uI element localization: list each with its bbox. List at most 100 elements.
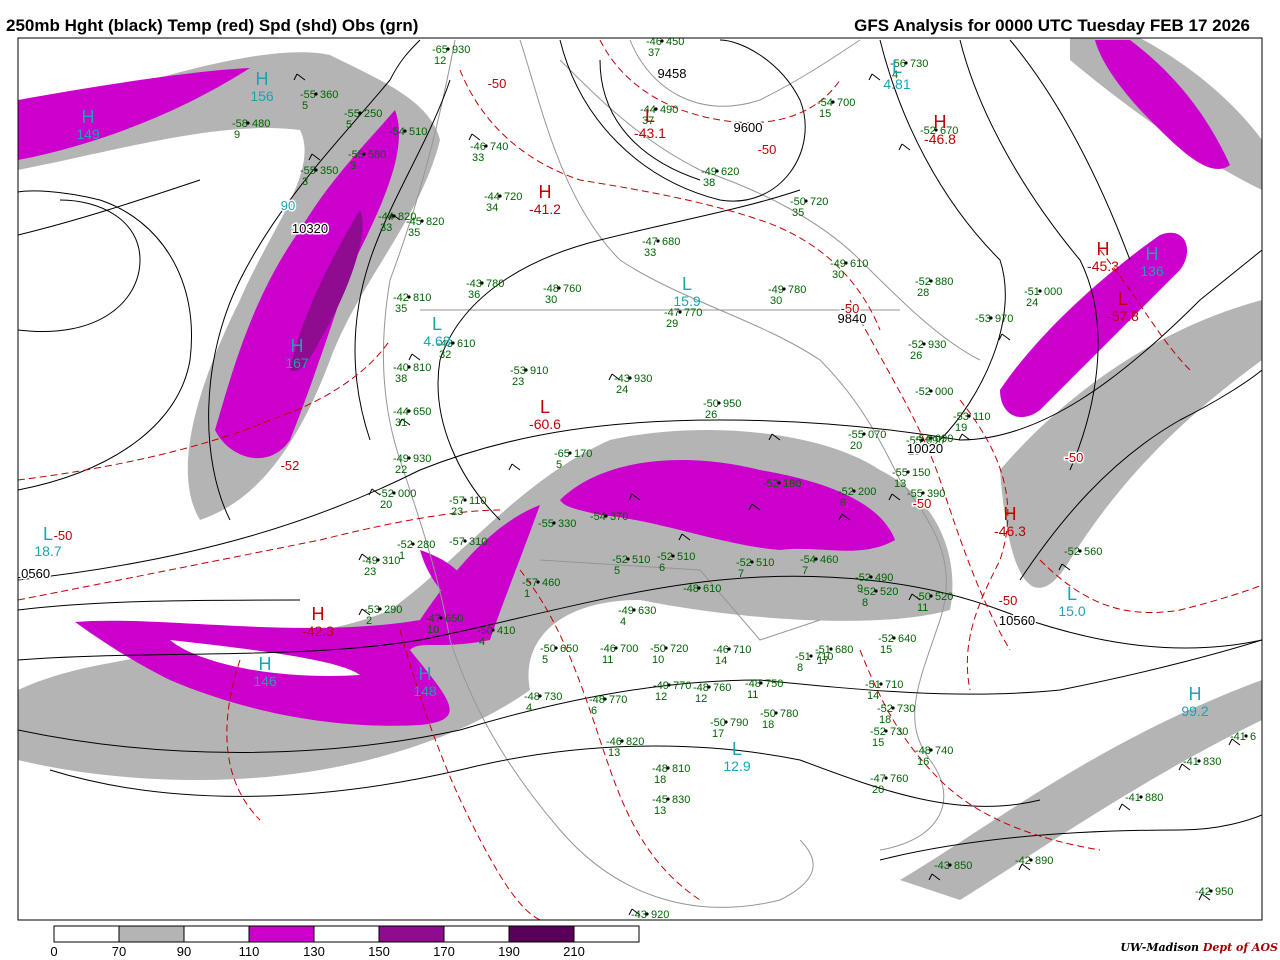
obs-temperature: -42 [1195,886,1211,898]
obs-station-dot [656,239,660,243]
obs-dewpoint-depression: 38 [395,373,407,385]
obs-height: 310 [469,536,487,548]
contour-label: 9600 [734,120,763,135]
obs-station: -42 81035 [393,292,431,315]
center-letter: L [432,314,442,334]
center-value: 146 [253,673,277,689]
obs-height: 730 [890,726,908,738]
obs-station: -55 15013 [892,467,930,490]
obs-station-dot [666,766,670,770]
center-value: 136 [1140,263,1164,279]
obs-dewpoint-depression: 2 [366,615,372,627]
obs-height: 720 [670,643,688,655]
obs-station-dot [554,646,558,650]
obs-station-dot [376,558,380,562]
obs-station-dot [446,47,450,51]
obs-station-dot [411,542,415,546]
obs-station-dot [717,401,721,405]
obs-station: -43 93024 [614,373,652,396]
legend-tick-label: 190 [498,944,520,959]
obs-station: -46 45037 [646,38,684,59]
obs-dewpoint-depression: 35 [408,227,420,239]
obs-station: -50 95026 [703,398,741,421]
obs-height: 110 [973,411,991,423]
obs-station: -51 68017 [815,644,853,667]
contour-label: 9458 [658,66,687,81]
obs-dewpoint-depression: 14 [867,690,879,702]
obs-dewpoint-depression: 29 [666,318,678,330]
obs-dewpoint-depression: 4 [620,616,626,628]
obs-station: -52 73015 [870,726,908,749]
obs-dewpoint-depression: 33 [380,222,392,234]
obs-station: -57 11023 [449,495,487,518]
contour-label: -52 [281,458,300,473]
obs-height: 510 [677,551,695,563]
legend-swatch [183,925,250,943]
obs-dewpoint-depression: 12 [655,691,667,703]
contour-label: 10020 [907,441,943,456]
obs-dewpoint-depression: 13 [654,805,666,817]
contour-label: 10560 [999,613,1035,628]
center-letter: H [259,654,272,674]
obs-temperature: -52 [915,386,931,398]
center-value: -57.8 [1107,308,1139,324]
obs-station: -48 81018 [652,763,690,786]
obs-station-dot [451,341,455,345]
obs-station: -45 82035 [406,216,444,239]
obs-station-dot [392,491,396,495]
obs-station-dot [948,863,952,867]
obs-station: -43 850 [934,860,972,872]
obs-station-dot [620,739,624,743]
obs-station-dot [463,539,467,543]
obs-station: -57 310 [449,536,487,548]
obs-station: -50 72035 [790,196,828,219]
obs-height: 410 [497,625,515,637]
obs-temperature: -43 [631,909,647,921]
legend-tick-label: 170 [433,944,455,959]
obs-station-dot [498,194,502,198]
obs-dewpoint-depression: 19 [955,422,967,434]
obs-dewpoint-depression: 18 [762,719,774,731]
obs-station: -49 78030 [768,284,806,307]
obs-height: 610 [703,583,721,595]
center-value: 4.63 [423,333,450,349]
obs-height: 680 [662,236,680,248]
obs-dewpoint-depression: 8 [797,662,803,674]
obs-station-dot [929,389,933,393]
obs-dewpoint-depression: 5 [346,119,352,131]
obs-height: 460 [542,577,560,589]
obs-height: 520 [880,586,898,598]
obs-dewpoint-depression: 15 [872,737,884,749]
obs-station-dot [552,521,556,525]
legend-swatch [378,925,445,943]
obs-height: 560 [1084,546,1102,558]
obs-station: -51 71014 [865,679,903,702]
obs-dewpoint-depression: 17 [817,655,829,667]
obs-station: -49 77012 [653,680,691,703]
obs-station: -50 78018 [760,708,798,731]
obs-temperature: -54 [590,511,606,523]
obs-station-dot [420,219,424,223]
obs-height: 700 [837,97,855,109]
obs-station-dot [922,342,926,346]
legend-tick-label: 70 [112,944,126,959]
obs-height: 330 [558,518,576,530]
legend-swatch [443,925,510,943]
obs-station-dot [667,683,671,687]
obs-station-dot [392,214,396,218]
obs-height: 710 [733,644,751,656]
weather-map: -65 93012-55 3605-58 4809-55 2505-55 3503-55 5… [17,37,1263,959]
obs-height: 610 [850,258,868,270]
legend-swatch [573,925,640,943]
legend-tick-label: 210 [563,944,585,959]
obs-station: -52 000 [915,386,953,398]
obs-station: -42 890 [1015,855,1053,867]
obs-temperature: -41 [1230,731,1246,743]
obs-dewpoint-depression: 33 [644,247,656,259]
center-value: 18.7 [34,543,61,559]
obs-temperature: -43 [934,860,950,872]
obs-height: 630 [638,605,656,617]
obs-station-dot [921,491,925,495]
obs-dewpoint-depression: 5 [302,100,308,112]
obs-temperature: -41 [1125,792,1141,804]
